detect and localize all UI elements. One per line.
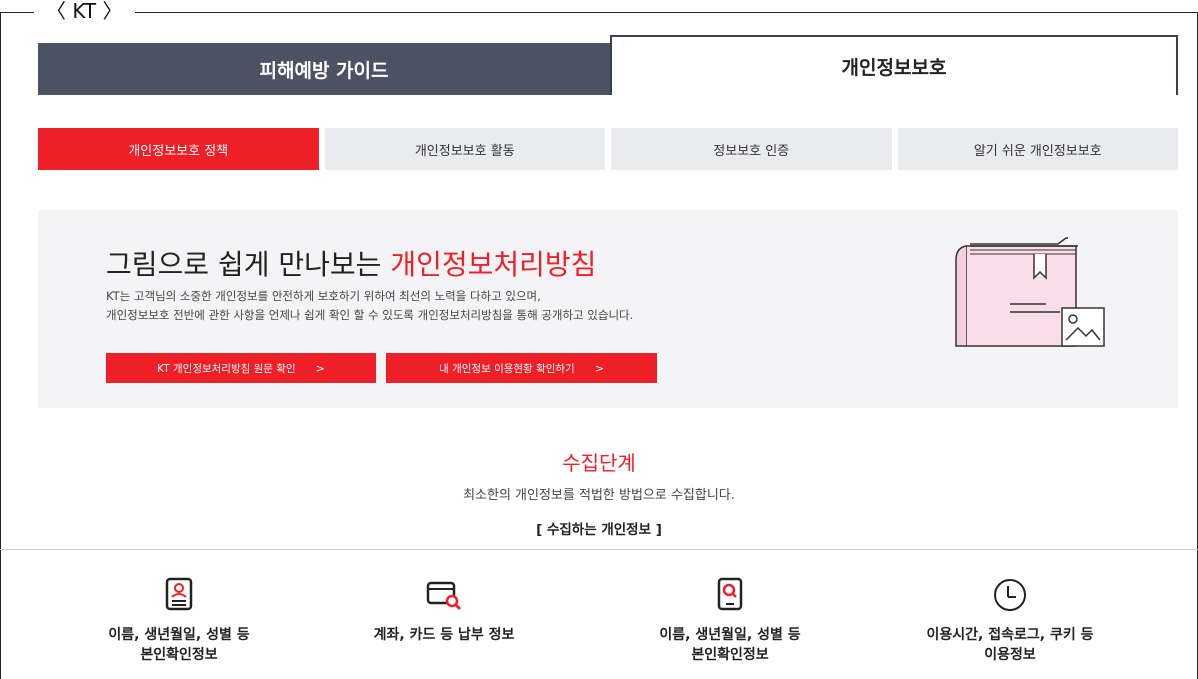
info-item-label: 이름, 생년월일, 성별 등 본인확인정보 <box>49 625 309 665</box>
chevron-right-icon: > <box>315 361 325 375</box>
info-item-identity-phone: 이름, 생년월일, 성별 등 본인확인정보 <box>600 575 860 665</box>
banner-title-accent: 개인정보처리방침 <box>390 248 597 281</box>
frame-top-border <box>0 12 1198 13</box>
info-item-line1: 이용시간, 접속로그, 쿠키 등 <box>926 627 1094 643</box>
subtab-easy-privacy[interactable]: 알기 쉬운 개인정보보호 <box>897 128 1178 170</box>
privacy-policy-banner: 그림으로 쉽게 만나보는 개인정보처리방침 KT는 고객님의 소중한 개인정보를… <box>38 210 1178 408</box>
section-heading: [ 수집하는 개인정보 ] <box>536 522 662 538</box>
banner-description: KT는 고객님의 소중한 개인정보를 안전하게 보호하기 위하여 최선의 노력을… <box>106 287 633 325</box>
banner-title-prefix: 그림으로 쉽게 만나보는 <box>106 248 391 281</box>
frame-left-border <box>0 12 1 679</box>
banner-description-line1: KT는 고객님의 소중한 개인정보를 안전하게 보호하기 위하여 최선의 노력을… <box>106 289 541 303</box>
banner-description-line2: 개인정보보호 전반에 관한 사항을 언제나 쉽게 확인 할 수 있도록 개인정보… <box>106 308 634 322</box>
info-item-payment: 계좌, 카드 등 납부 정보 <box>314 575 574 645</box>
section-divider <box>0 549 1198 550</box>
info-item-line1: 계좌, 카드 등 납부 정보 <box>373 627 515 643</box>
sub-tabs: 개인정보보호 정책 개인정보보호 활동 정보보호 인증 알기 쉬운 개인정보보호 <box>38 128 1178 170</box>
info-item-line2: 본인확인정보 <box>691 647 769 663</box>
banner-title: 그림으로 쉽게 만나보는 개인정보처리방침 <box>106 243 596 283</box>
info-item-usage: 이용시간, 접속로그, 쿠키 등 이용정보 <box>880 575 1140 665</box>
frame-label: 〈 KT 〉 <box>34 0 135 22</box>
id-card-icon <box>165 577 193 611</box>
subtab-security-certification[interactable]: 정보보호 인증 <box>611 128 892 170</box>
subtab-privacy-activities[interactable]: 개인정보보호 활동 <box>324 128 605 170</box>
main-tabs: 피해예방 가이드 개인정보보호 <box>38 35 1178 95</box>
info-item-identity: 이름, 생년월일, 성별 등 본인확인정보 <box>49 575 309 665</box>
tab-damage-prevention-guide[interactable]: 피해예방 가이드 <box>38 43 610 95</box>
book-illustration-icon <box>955 237 1105 347</box>
info-item-label: 계좌, 카드 등 납부 정보 <box>314 625 574 645</box>
view-policy-original-button[interactable]: KT 개인정보처리방침 원문 확인 > <box>106 353 376 383</box>
info-item-line1: 이름, 생년월일, 성별 등 <box>659 627 801 643</box>
clock-icon <box>994 579 1026 611</box>
info-item-line1: 이름, 생년월일, 성별 등 <box>108 627 250 643</box>
view-policy-original-label: KT 개인정보처리방침 원문 확인 <box>157 362 296 375</box>
info-item-line2: 본인확인정보 <box>140 647 218 663</box>
chevron-right-icon: > <box>594 361 604 375</box>
card-search-icon <box>426 581 462 611</box>
subtab-privacy-policy[interactable]: 개인정보보호 정책 <box>38 128 319 170</box>
section-subtitle: 최소한의 개인정보를 적법한 방법으로 수집합니다. <box>463 488 735 503</box>
check-my-usage-label: 내 개인정보 이용현황 확인하기 <box>439 362 575 375</box>
tab-privacy-protection[interactable]: 개인정보보호 <box>610 35 1178 95</box>
phone-search-icon <box>717 577 743 611</box>
section-title: 수집단계 <box>562 451 636 475</box>
info-item-line2: 이용정보 <box>984 647 1036 663</box>
check-my-usage-button[interactable]: 내 개인정보 이용현황 확인하기 > <box>386 353 657 383</box>
info-item-label: 이름, 생년월일, 성별 등 본인확인정보 <box>600 625 860 665</box>
info-item-label: 이용시간, 접속로그, 쿠키 등 이용정보 <box>880 625 1140 665</box>
